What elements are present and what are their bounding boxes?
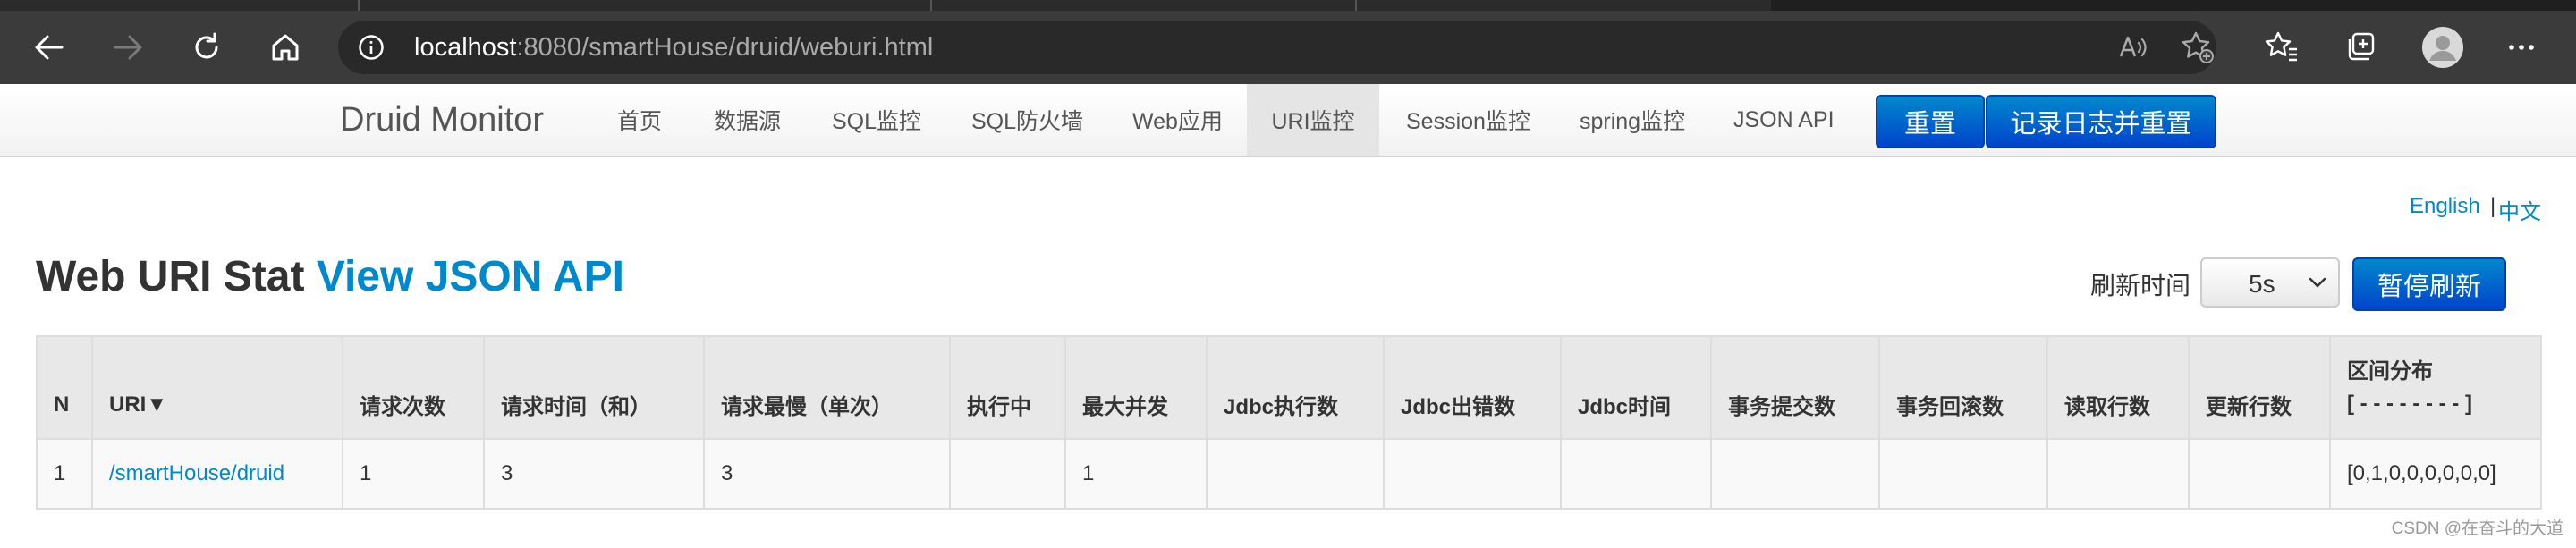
- tab-separator: [358, 0, 360, 11]
- log-and-reset-button[interactable]: 记录日志并重置: [1986, 95, 2216, 148]
- col-header-distribution[interactable]: 区间分布 [ - - - - - - - - ]: [2329, 335, 2542, 440]
- col-header-read-rows[interactable]: 读取行数: [2046, 335, 2190, 440]
- cell-jdbc-time: [1560, 438, 1712, 510]
- nav-item-spring[interactable]: spring监控: [1563, 84, 1701, 156]
- page-title: Web URI Stat View JSON API: [36, 252, 624, 301]
- col-header-request-time-max[interactable]: 请求最慢（单次）: [703, 335, 951, 440]
- nav-item-datasource[interactable]: 数据源: [698, 84, 797, 156]
- nav-item-session[interactable]: Session监控: [1390, 84, 1546, 156]
- brand-title[interactable]: Druid Monitor: [340, 101, 544, 139]
- cell-uri: /smartHouse/druid: [91, 438, 343, 510]
- druid-navbar: Druid Monitor 首页 数据源 SQL监控 SQL防火墙 Web应用 …: [0, 84, 2576, 157]
- col-header-n[interactable]: N: [36, 335, 93, 440]
- distribution-legend: [ - - - - - - - - ]: [2347, 391, 2472, 416]
- lang-english-link[interactable]: English: [2410, 194, 2480, 219]
- add-favorite-icon[interactable]: [2172, 21, 2224, 73]
- col-header-update-rows[interactable]: 更新行数: [2188, 335, 2331, 440]
- col-header-running[interactable]: 执行中: [949, 335, 1066, 440]
- pause-refresh-button[interactable]: 暂停刷新: [2352, 257, 2506, 311]
- nav-item-json-api[interactable]: JSON API: [1717, 84, 1851, 156]
- cell-request-time-max: 3: [703, 438, 951, 510]
- cell-tx-rollback: [1878, 438, 2048, 510]
- home-icon[interactable]: [259, 21, 311, 73]
- collections-icon[interactable]: [2334, 21, 2386, 73]
- site-info-icon[interactable]: [358, 34, 385, 65]
- col-header-max-concurrent[interactable]: 最大并发: [1064, 335, 1208, 440]
- watermark: CSDN @在奋斗的大道: [2391, 519, 2563, 538]
- cell-request-time-sum: 3: [483, 438, 705, 510]
- view-json-api-link[interactable]: View JSON API: [317, 253, 624, 300]
- back-icon[interactable]: [23, 21, 75, 73]
- refresh-interval-value: 5s: [2249, 270, 2275, 298]
- cell-n: 1: [36, 438, 93, 510]
- cell-max-concurrent: 1: [1064, 438, 1208, 510]
- url-text: localhost:8080/smartHouse/druid/weburi.h…: [414, 33, 933, 63]
- col-header-request-time-sum[interactable]: 请求时间（和）: [483, 335, 705, 440]
- nav-item-home[interactable]: 首页: [601, 84, 678, 156]
- col-header-jdbc-time[interactable]: Jdbc时间: [1560, 335, 1712, 440]
- favorites-icon[interactable]: [2256, 21, 2308, 73]
- page-title-text: Web URI Stat: [36, 253, 305, 300]
- col-header-tx-commit[interactable]: 事务提交数: [1710, 335, 1880, 440]
- nav-item-sql-firewall[interactable]: SQL防火墙: [955, 84, 1099, 156]
- cell-jdbc-error: [1383, 438, 1562, 510]
- refresh-interval-select[interactable]: 5s: [2200, 257, 2340, 308]
- lang-chinese-link[interactable]: 中文: [2498, 194, 2541, 225]
- nav-item-uri[interactable]: URI监控: [1247, 84, 1379, 156]
- tab-separator: [1355, 0, 1357, 11]
- chevron-down-icon: [2308, 275, 2327, 294]
- reset-button[interactable]: 重置: [1876, 95, 1985, 148]
- browser-tab-strip: [0, 0, 2576, 11]
- cell-jdbc-exec: [1206, 438, 1385, 510]
- col-header-jdbc-exec[interactable]: Jdbc执行数: [1206, 335, 1385, 440]
- cell-request-count: 1: [342, 438, 485, 510]
- read-aloud-icon[interactable]: [2107, 21, 2159, 73]
- nav-item-sql[interactable]: SQL监控: [816, 84, 937, 156]
- uri-link[interactable]: /smartHouse/druid: [109, 461, 284, 485]
- browser-tab[interactable]: [0, 0, 1771, 11]
- url-host: localhost: [414, 33, 517, 62]
- more-menu-icon[interactable]: [2496, 21, 2547, 73]
- cell-running: [949, 438, 1066, 510]
- address-bar[interactable]: localhost:8080/smartHouse/druid/weburi.h…: [338, 21, 2216, 74]
- uri-stat-table: N URI▼ 请求次数 请求时间（和） 请求最慢（单次） 执行中 最大并发 Jd…: [36, 335, 2542, 510]
- col-header-uri[interactable]: URI▼: [91, 335, 343, 440]
- table-header-row: N URI▼ 请求次数 请求时间（和） 请求最慢（单次） 执行中 最大并发 Jd…: [36, 335, 2542, 440]
- profile-avatar-icon[interactable]: [2417, 21, 2469, 73]
- cell-read-rows: [2046, 438, 2190, 510]
- nav-item-webapp[interactable]: Web应用: [1116, 84, 1239, 156]
- lang-separator: |: [2490, 194, 2496, 218]
- table-row: 1 /smartHouse/druid 1 3 3 1 [0,1,0,0,0,0…: [36, 438, 2542, 510]
- col-header-tx-rollback[interactable]: 事务回滚数: [1878, 335, 2048, 440]
- cell-update-rows: [2188, 438, 2331, 510]
- reload-icon[interactable]: [181, 21, 233, 73]
- forward-icon[interactable]: [102, 21, 154, 73]
- col-header-jdbc-error[interactable]: Jdbc出错数: [1383, 335, 1562, 440]
- cell-tx-commit: [1710, 438, 1880, 510]
- refresh-interval-label: 刷新时间: [2090, 272, 2191, 299]
- cell-distribution: [0,1,0,0,0,0,0,0]: [2329, 438, 2542, 510]
- url-path: :8080/smartHouse/druid/weburi.html: [516, 33, 934, 62]
- col-header-request-count[interactable]: 请求次数: [342, 335, 485, 440]
- browser-toolbar: localhost:8080/smartHouse/druid/weburi.h…: [0, 11, 2576, 84]
- distribution-title: 区间分布: [2347, 358, 2433, 384]
- tab-separator: [930, 0, 932, 11]
